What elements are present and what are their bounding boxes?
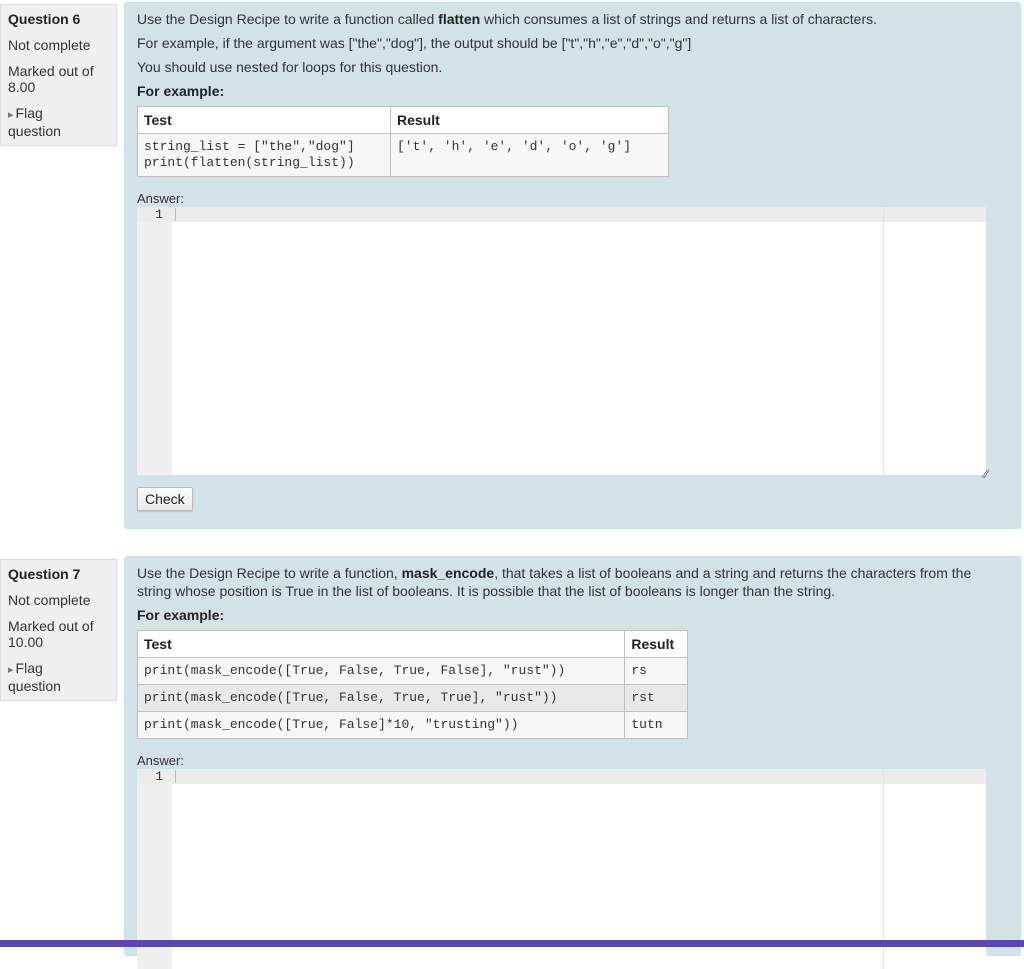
example-heading: For example: (137, 82, 1008, 100)
flag-label-2: question (8, 678, 61, 694)
table-row: print(mask_encode([True, False]*10, "tru… (136, 711, 688, 739)
result-cell: tutn (624, 711, 688, 739)
table-header-row: Test Result (136, 630, 688, 658)
result-cell: rst (624, 684, 688, 712)
question-state: Not complete (8, 37, 91, 53)
flag-label: Flag (15, 660, 43, 676)
active-line (137, 769, 986, 784)
flag-icon: ▸ (8, 109, 14, 121)
resize-handle-icon[interactable]: ∕∕ (984, 467, 988, 481)
question-content: Use the Design Recipe to write a functio… (124, 2, 1021, 529)
table-header-row: Test Result (137, 106, 669, 134)
text-segment: which consumes a list of strings and ret… (480, 11, 878, 27)
result-cell: rs (624, 657, 688, 685)
test-cell: print(mask_encode([True, False, True, Tr… (136, 684, 626, 712)
text-cursor (175, 770, 176, 783)
print-margin (883, 769, 884, 969)
question-text: Use the Design Recipe to write a functio… (137, 10, 1008, 100)
function-name: mask_encode (401, 565, 495, 581)
active-line (137, 207, 986, 222)
line-number: 1 (155, 207, 163, 222)
question-text-line: Use the Design Recipe to write a functio… (137, 564, 977, 600)
question-text-line: For example, if the argument was ["the",… (137, 35, 692, 51)
print-margin (883, 207, 884, 475)
flag-question-link[interactable]: ▸ Flag question (8, 660, 109, 694)
flag-question-link[interactable]: ▸ Flag question (8, 105, 109, 139)
column-header-test: Test (136, 630, 626, 658)
column-header-result: Result (390, 106, 669, 134)
answer-label: Answer: (137, 191, 184, 206)
answer-label: Answer: (137, 753, 184, 768)
grade-value: 10.00 (8, 634, 44, 650)
text-segment: Use the Design Recipe to write a functio… (137, 11, 439, 27)
bottom-bar (0, 940, 1024, 947)
table-row: print(mask_encode([True, False, True, Tr… (136, 684, 688, 712)
question-number: Question 7 (8, 566, 81, 582)
test-cell: print(mask_encode([True, False]*10, "tru… (136, 711, 626, 739)
table-row: string_list = ["the","dog"] print(flatte… (137, 133, 669, 177)
column-header-result: Result (624, 630, 688, 658)
question-state: Not complete (8, 592, 91, 608)
examples-table: Test Result print(mask_encode([True, Fal… (136, 630, 688, 739)
question-text: Use the Design Recipe to write a functio… (137, 564, 977, 624)
column-header-test: Test (137, 106, 391, 134)
question-content: Use the Design Recipe to write a functio… (124, 556, 1021, 969)
question-grade: Marked out of 8.00 (8, 63, 109, 95)
examples-table: Test Result string_list = ["the","dog"] … (137, 106, 669, 177)
function-name: flatten (438, 11, 481, 27)
grade-value: 8.00 (8, 79, 36, 95)
question-grade: Marked out of 10.00 (8, 618, 109, 650)
editor-gutter (137, 769, 172, 969)
grade-label: Marked out of (8, 618, 94, 634)
text-cursor (175, 208, 176, 221)
test-cell: print(mask_encode([True, False, True, Fa… (136, 657, 626, 685)
test-cell: string_list = ["the","dog"] print(flatte… (137, 133, 391, 177)
text-segment: Use the Design Recipe to write a functio… (137, 565, 402, 581)
table-row: print(mask_encode([True, False, True, Fa… (136, 657, 688, 685)
flag-icon: ▸ (8, 664, 14, 676)
question-info: Question 7 Not complete Marked out of 10… (0, 559, 117, 701)
flag-label-2: question (8, 123, 61, 139)
question-number: Question 6 (8, 11, 81, 27)
check-button[interactable]: Check (137, 487, 193, 511)
question-info: Question 6 Not complete Marked out of 8.… (0, 4, 117, 146)
example-heading-text: For example: (137, 607, 225, 623)
question-text-line: You should use nested for loops for this… (137, 59, 443, 75)
answer-editor[interactable]: 1 (137, 769, 986, 969)
example-heading: For example: (137, 606, 977, 624)
editor-gutter (137, 207, 172, 475)
answer-editor[interactable]: 1 ∕∕ (137, 207, 988, 481)
example-heading-text: For example: (137, 83, 225, 99)
flag-label: Flag (15, 105, 43, 121)
question-text-line: Use the Design Recipe to write a functio… (137, 10, 1008, 28)
grade-label: Marked out of (8, 63, 94, 79)
result-cell: ['t', 'h', 'e', 'd', 'o', 'g'] (390, 133, 669, 177)
line-number: 1 (155, 769, 163, 784)
